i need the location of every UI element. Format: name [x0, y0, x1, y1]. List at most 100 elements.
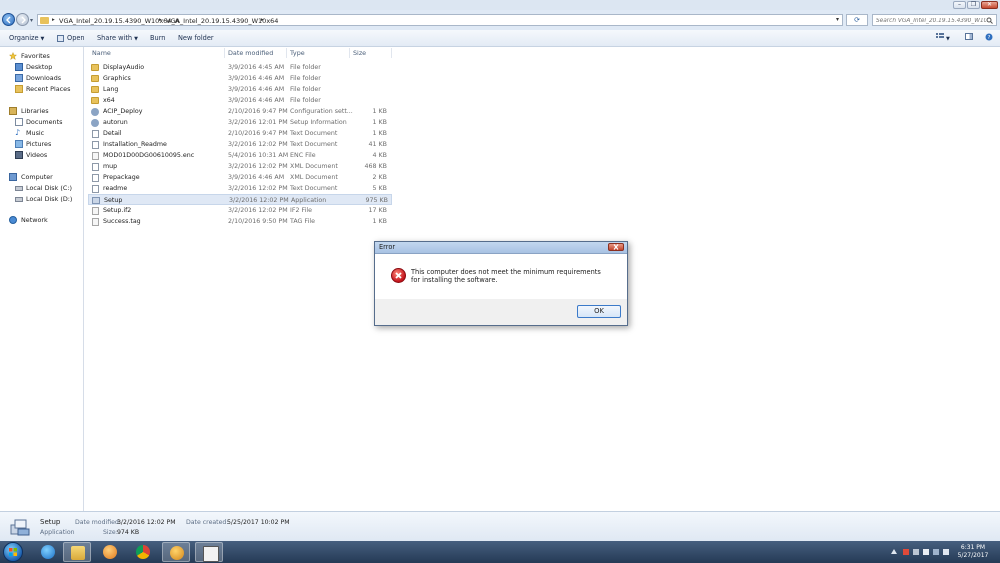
refresh-button[interactable]: ⟳	[846, 14, 868, 26]
file-name: Detail	[103, 130, 122, 137]
file-row[interactable]: Prepackage 3/9/2016 4:46 AM XML Document 2 …	[88, 172, 392, 183]
close-button[interactable]: ✕	[981, 1, 998, 9]
taskbar-intel-installer[interactable]	[162, 542, 190, 562]
minimize-button[interactable]: –	[953, 1, 966, 9]
file-row[interactable]: x64 3/9/2016 4:46 AM File folder	[88, 95, 392, 106]
file-name: mup	[103, 163, 118, 170]
taskbar-chrome[interactable]	[129, 542, 157, 562]
column-divider[interactable]	[286, 48, 287, 58]
file-date-modified: 2/10/2016 9:47 PM	[228, 108, 288, 115]
file-size: 17 KB	[368, 207, 387, 214]
start-button[interactable]	[3, 542, 23, 562]
file-date-modified: 3/2/2016 12:02 PM	[228, 163, 288, 170]
nav-favorites[interactable]: Favorites	[9, 51, 50, 61]
nav-network[interactable]: Network	[9, 215, 48, 225]
help-button[interactable]: ?	[985, 33, 993, 43]
file-size: 41 KB	[368, 141, 387, 148]
file-row[interactable]: Setup 3/2/2016 12:02 PM Application 975 KB	[88, 194, 392, 205]
dialog-title-bar[interactable]: Error	[375, 242, 627, 254]
file-row[interactable]: DisplayAudio 3/9/2016 4:45 AM File folder	[88, 62, 392, 73]
share-with-label: Share with	[97, 34, 133, 42]
search-box[interactable]	[872, 14, 997, 26]
organize-button[interactable]: Organize ▼	[9, 33, 44, 43]
open-button[interactable]: Open	[57, 33, 85, 43]
show-hidden-icons-icon[interactable]	[891, 549, 897, 554]
network-icon[interactable]	[933, 549, 939, 555]
file-row[interactable]: autorun 3/2/2016 12:01 PM Setup Informatio…	[88, 117, 392, 128]
setup-application-icon	[10, 519, 30, 536]
share-with-button[interactable]: Share with ▼	[97, 33, 138, 43]
folder-icon	[91, 75, 99, 82]
nav-pictures[interactable]: Pictures	[15, 139, 51, 149]
file-row[interactable]: Lang 3/9/2016 4:46 AM File folder	[88, 84, 392, 95]
nav-music[interactable]: ♪ Music	[15, 128, 44, 138]
nav-recent-places[interactable]: Recent Places	[15, 84, 70, 94]
file-type: XML Document	[290, 163, 338, 170]
taskbar-windows-explorer[interactable]	[63, 542, 91, 562]
tray-app-icon[interactable]	[913, 549, 919, 555]
generic-file-icon	[91, 217, 99, 226]
document-icon	[91, 129, 99, 138]
file-row[interactable]: MOD01D00DG00610095.enc 5/4/2016 10:31 AM E…	[88, 150, 392, 161]
preview-pane-icon	[965, 33, 973, 40]
file-name: Installation_Readme	[103, 141, 167, 148]
chevron-down-icon: ▼	[134, 36, 138, 42]
file-type: Text Document	[290, 185, 338, 192]
column-divider[interactable]	[349, 48, 350, 58]
taskbar-internet-explorer[interactable]	[34, 542, 62, 562]
column-header-size[interactable]: Size	[353, 47, 366, 59]
nav-local-disk-c[interactable]: Local Disk (C:)	[15, 183, 72, 193]
action-center-flag-icon[interactable]	[903, 549, 909, 555]
chevron-down-icon: ▼	[946, 36, 950, 42]
taskbar-error-window[interactable]	[195, 542, 223, 562]
burn-button[interactable]: Burn	[150, 33, 165, 43]
file-row[interactable]: mup 3/2/2016 12:02 PM XML Document 468 KB	[88, 161, 392, 172]
nav-libraries[interactable]: Libraries	[9, 106, 49, 116]
new-folder-button[interactable]: New folder	[178, 33, 214, 43]
file-row[interactable]: ACIP_Deploy 2/10/2016 9:47 PM Configuratio…	[88, 106, 392, 117]
volume-icon[interactable]	[943, 549, 949, 555]
address-bar[interactable]: ▸ VGA_Intel_20.19.15.4390_W10x64_A ▸ VGA…	[37, 14, 843, 26]
nav-downloads[interactable]: Downloads	[15, 73, 61, 83]
column-divider[interactable]	[391, 48, 392, 58]
back-button[interactable]	[2, 13, 15, 26]
column-header-date-modified[interactable]: Date modified	[228, 47, 273, 59]
column-header-name[interactable]: Name	[92, 47, 111, 59]
ok-button[interactable]: OK	[577, 305, 621, 318]
nav-local-disk-d[interactable]: Local Disk (D:)	[15, 194, 72, 204]
address-dropdown-icon[interactable]: ▾	[836, 16, 839, 23]
nav-documents[interactable]: Documents	[15, 117, 62, 127]
file-row[interactable]: Installation_Readme 3/2/2016 12:02 PM Text…	[88, 139, 392, 150]
column-divider[interactable]	[224, 48, 225, 58]
taskbar-media-player[interactable]	[96, 542, 124, 562]
search-icon[interactable]	[986, 17, 993, 24]
file-row[interactable]: readme 3/2/2016 12:02 PM Text Document 5 KB	[88, 183, 392, 194]
tray-app-icon[interactable]	[923, 549, 929, 555]
breadcrumb-chevron-icon[interactable]: ▸	[159, 17, 162, 23]
breadcrumb-chevron-icon[interactable]: ▸	[52, 17, 55, 23]
details-date-created: 5/25/2017 10:02 PM	[227, 519, 290, 526]
nav-videos[interactable]: Videos	[15, 150, 47, 160]
nav-desktop[interactable]: Desktop	[15, 62, 52, 72]
nav-computer[interactable]: Computer	[9, 172, 53, 182]
file-row[interactable]: Detail 2/10/2016 9:47 PM Text Document 1 KB	[88, 128, 392, 139]
file-row[interactable]: Setup.if2 3/2/2016 12:02 PM IF2 File 17 KB	[88, 205, 392, 216]
file-row[interactable]: Graphics 3/9/2016 4:46 AM File folder	[88, 73, 392, 84]
preview-pane-button[interactable]	[965, 33, 973, 43]
recent-pages-chevron-icon[interactable]: ▾	[30, 17, 33, 24]
open-icon	[57, 34, 64, 42]
forward-button[interactable]	[16, 13, 29, 26]
dialog-close-button[interactable]	[608, 243, 624, 251]
change-view-button[interactable]: ▼	[936, 33, 950, 43]
taskbar-clock[interactable]: 6:31 PM 5/27/2017	[950, 544, 996, 560]
column-header-type[interactable]: Type	[290, 47, 305, 59]
search-input[interactable]	[876, 16, 986, 25]
file-type: TAG File	[290, 218, 315, 225]
downloads-icon	[15, 74, 23, 82]
file-row[interactable]: Success.tag 2/10/2016 9:50 PM TAG File 1 KB	[88, 216, 392, 227]
folder-icon	[91, 64, 99, 71]
application-icon	[92, 197, 100, 204]
breadcrumb-chevron-icon[interactable]: ▸	[261, 17, 264, 23]
details-file-name: Setup	[40, 518, 61, 526]
restore-button[interactable]: ❐	[967, 1, 980, 9]
